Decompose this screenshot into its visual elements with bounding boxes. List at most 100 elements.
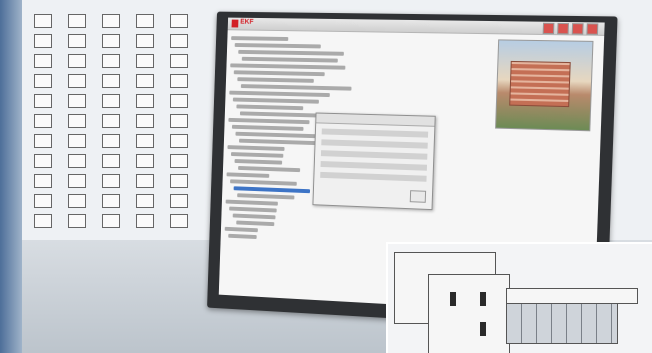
facade-window — [170, 94, 188, 108]
tree-item — [230, 152, 284, 158]
glass-facade — [506, 302, 618, 344]
facade-window — [68, 174, 86, 188]
facade-window — [34, 194, 52, 208]
facade-window — [34, 114, 52, 128]
tree-item — [233, 70, 325, 77]
facade-window — [136, 54, 154, 68]
tree-item — [224, 226, 258, 233]
window-dark — [450, 292, 456, 306]
tree-item — [231, 36, 289, 41]
roof-slab — [506, 288, 638, 304]
tree-item — [237, 77, 314, 83]
tree-item — [237, 193, 295, 200]
facade-window — [34, 214, 52, 228]
dialog-row — [320, 161, 428, 171]
tree-item — [238, 165, 301, 173]
facade-window — [68, 14, 86, 28]
facade-window — [68, 74, 86, 88]
facade-window — [102, 134, 120, 148]
tree-item — [241, 56, 338, 63]
dialog-row — [320, 150, 428, 160]
dialog-title — [316, 113, 435, 127]
dialog-ok-button — [409, 190, 427, 203]
facade-window — [136, 134, 154, 148]
ekf-logo-icon: EKF — [231, 19, 254, 28]
facade-window — [68, 94, 86, 108]
window-dark — [480, 292, 486, 306]
tree-item — [236, 104, 304, 111]
toolbar-button — [571, 23, 584, 35]
left-blurred-edge — [0, 0, 22, 353]
facade-window — [68, 134, 86, 148]
building-block — [428, 274, 510, 353]
facade-window — [68, 214, 86, 228]
tree-item — [231, 124, 304, 131]
tree-item — [234, 159, 283, 165]
logo-mark — [231, 19, 239, 28]
facade-window — [102, 174, 120, 188]
tree-item — [230, 63, 346, 70]
tree-item — [235, 131, 327, 139]
facade-window — [136, 154, 154, 168]
facade-window — [170, 114, 188, 128]
tree-item — [234, 43, 321, 49]
facade-window — [136, 14, 154, 28]
facade-window — [170, 34, 188, 48]
tree-item — [230, 179, 297, 186]
settings-dialog — [312, 112, 436, 211]
tree-item — [238, 49, 344, 56]
facade-window — [136, 114, 154, 128]
tree-item — [229, 90, 330, 98]
tree-item — [236, 220, 275, 227]
dialog-row — [321, 139, 428, 149]
facade-window — [170, 154, 188, 168]
facade-window — [136, 34, 154, 48]
tree-item — [232, 213, 276, 220]
building-preview-image — [495, 39, 594, 132]
facade-window — [34, 74, 52, 88]
dialog-row — [321, 128, 429, 138]
toolbar-button — [542, 22, 555, 35]
facade-window — [136, 214, 154, 228]
facade-window — [34, 34, 52, 48]
facade-window — [34, 54, 52, 68]
toolbar-button — [586, 23, 599, 35]
tree-item — [227, 145, 285, 151]
dialog-row — [320, 171, 427, 182]
facade-window — [136, 194, 154, 208]
facade-window — [170, 74, 188, 88]
building-facade-drawing — [30, 0, 210, 240]
tree-item — [240, 84, 352, 91]
tree-item — [228, 233, 257, 240]
facade-window — [136, 74, 154, 88]
facade-window — [170, 54, 188, 68]
facade-window — [68, 34, 86, 48]
tree-item — [228, 117, 310, 125]
facade-window — [34, 94, 52, 108]
facade-window — [68, 114, 86, 128]
tree-item — [229, 206, 277, 213]
tree-item — [226, 172, 270, 178]
toolbar-button — [557, 22, 570, 35]
tree-item — [232, 97, 319, 104]
window-dark — [480, 322, 486, 336]
facade-window — [68, 154, 86, 168]
facade-window — [68, 54, 86, 68]
facade-window — [102, 74, 120, 88]
facade-window — [170, 194, 188, 208]
building-render — [509, 60, 571, 108]
photo-scene: EKF — [0, 0, 652, 353]
facade-window — [102, 34, 120, 48]
facade-window — [34, 14, 52, 28]
facade-window — [68, 194, 86, 208]
facade-window — [136, 94, 154, 108]
facade-window — [102, 154, 120, 168]
facade-window — [170, 14, 188, 28]
tree-item — [225, 199, 278, 206]
facade-window — [34, 174, 52, 188]
facade-window — [102, 14, 120, 28]
facade-window — [102, 114, 120, 128]
facade-window — [34, 154, 52, 168]
3d-building-inset — [386, 242, 652, 353]
facade-window — [34, 134, 52, 148]
